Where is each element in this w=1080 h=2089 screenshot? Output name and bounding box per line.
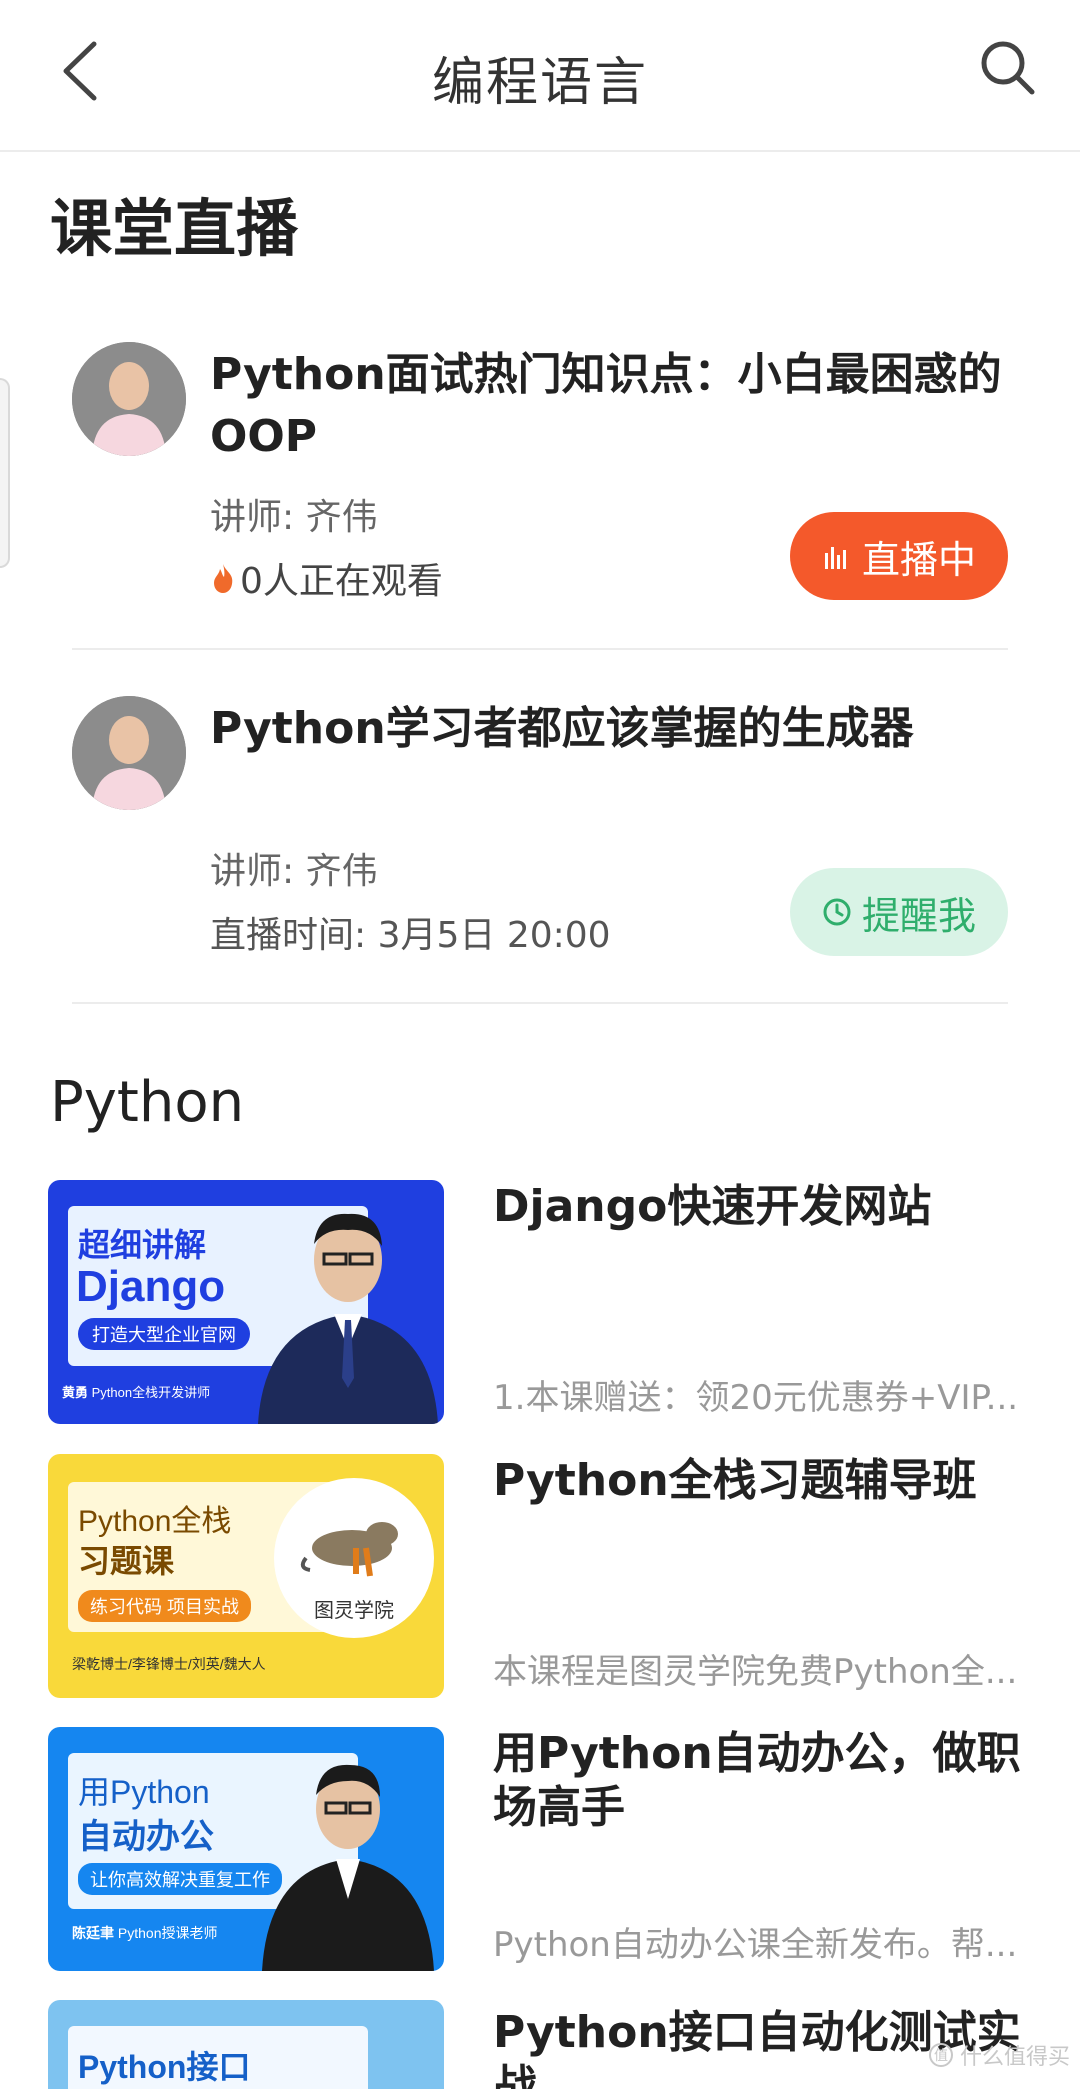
page-title: 编程语言 (431, 53, 648, 113)
live-bars-icon (824, 547, 846, 569)
clock-icon (823, 898, 851, 926)
thumb-tag: 让你高效解决重复工作 (78, 1863, 282, 1895)
thumb-line1: Python全栈 (78, 1505, 232, 1538)
svg-text:值: 值 (934, 2048, 948, 2064)
live-now-label: 直播中 (861, 537, 976, 582)
course-desc: Python自动办公课全新发布。帮... (493, 1925, 1018, 1965)
live-now-button[interactable]: 直播中 (790, 512, 1008, 600)
teacher-name: 讲师: 齐伟 (210, 497, 378, 538)
course-thumbnail: Python全栈 习题课 练习代码 项目实战 图灵学院 梁乾博士/李锋博士/刘英… (48, 1454, 444, 1698)
course-card[interactable]: 用Python 自动办公 让你高效解决重复工作 陈廷聿 Python授课老师 用… (48, 1727, 1048, 1971)
thumb-teachers: 梁乾博士/李锋博士/刘英/魏大人 (72, 1656, 266, 1672)
thumb-line2: 习题课 (78, 1543, 175, 1579)
viewer-count-text: 0人正在观看 (240, 561, 443, 602)
brand-badge: 图灵学院 (274, 1478, 434, 1638)
live-title: Python面试热门知识点：小白最困惑的OOP (210, 349, 1002, 462)
course-title: Python全栈习题辅导班 (493, 1455, 977, 1506)
thumb-tag: 打造大型企业官网 (78, 1318, 250, 1350)
thumb-line1: 用Python (78, 1774, 210, 1810)
course-card[interactable]: Python接口 Python接口自动化测试实战 (48, 2000, 1048, 2089)
thumb-line1: Python接口 (78, 2049, 251, 2085)
thumb-line2: 自动办公 (78, 1818, 214, 1856)
search-icon (981, 41, 1035, 95)
watermark-logo-icon: 值 (928, 2043, 953, 2067)
live-title: Python学习者都应该掌握的生成器 (210, 703, 914, 754)
live-item[interactable]: Python面试热门知识点：小白最困惑的OOP 讲师: 齐伟 0人正在观看 直播… (72, 342, 1008, 642)
teacher-photo (262, 1764, 434, 1971)
course-desc: 本课程是图灵学院免费Python全... (493, 1652, 1018, 1692)
side-drawer-handle[interactable] (0, 378, 10, 568)
thumb-teacher: 陈廷聿 (72, 1925, 114, 1941)
remind-me-label: 提醒我 (861, 893, 976, 938)
course-card[interactable]: Python全栈 习题课 练习代码 项目实战 图灵学院 梁乾博士/李锋博士/刘英… (48, 1454, 1048, 1698)
watermark: 值 什么值得买 (928, 2039, 1070, 2071)
fire-icon (214, 564, 233, 593)
course-thumbnail: 用Python 自动办公 让你高效解决重复工作 陈廷聿 Python授课老师 (48, 1727, 444, 1971)
course-title: Django快速开发网站 (493, 1181, 932, 1232)
top-bar: 编程语言 (0, 0, 1080, 152)
thumb-line2: Django (76, 1262, 226, 1311)
thumb-tag: 练习代码 项目实战 (78, 1590, 252, 1622)
turing-logo (300, 1522, 398, 1577)
divider (72, 1002, 1008, 1004)
viewer-count: 0人正在观看 (210, 552, 443, 604)
course-card[interactable]: 超细讲解 Django 打造大型企业官网 黄勇 Python全栈开发讲师 Dja… (48, 1180, 1048, 1424)
course-desc: 1.本课赠送：领20元优惠券+VIP... (493, 1378, 1019, 1418)
teacher-photo (258, 1213, 438, 1424)
badge-label: 图灵学院 (314, 1600, 394, 1622)
live-section-heading: 课堂直播 (50, 192, 299, 265)
python-section-heading: Python (50, 1070, 245, 1135)
teacher-avatar (72, 696, 186, 810)
thumb-teacher: 黄勇 (62, 1385, 89, 1400)
teacher-name: 讲师: 齐伟 (210, 851, 378, 892)
divider (72, 648, 1008, 650)
thumb-teacher-role: Python授课老师 (117, 1925, 218, 1941)
live-time: 直播时间: 3月5日 20:00 (210, 915, 611, 956)
thumb-line1: 超细讲解 (78, 1227, 207, 1263)
teacher-avatar (72, 342, 186, 456)
course-thumbnail: Python接口 (48, 2000, 444, 2089)
course-thumbnail: 超细讲解 Django 打造大型企业官网 黄勇 Python全栈开发讲师 (48, 1180, 444, 1424)
remind-me-button[interactable]: 提醒我 (790, 868, 1008, 956)
thumb-teacher-role: Python全栈开发讲师 (91, 1385, 211, 1400)
live-item[interactable]: Python学习者都应该掌握的生成器 讲师: 齐伟 直播时间: 3月5日 20:… (72, 696, 1008, 996)
search-button[interactable] (978, 38, 1038, 98)
watermark-text: 什么值得买 (959, 2045, 1070, 2070)
course-title: 用Python自动办公，做职场高手 (493, 1728, 1021, 1833)
